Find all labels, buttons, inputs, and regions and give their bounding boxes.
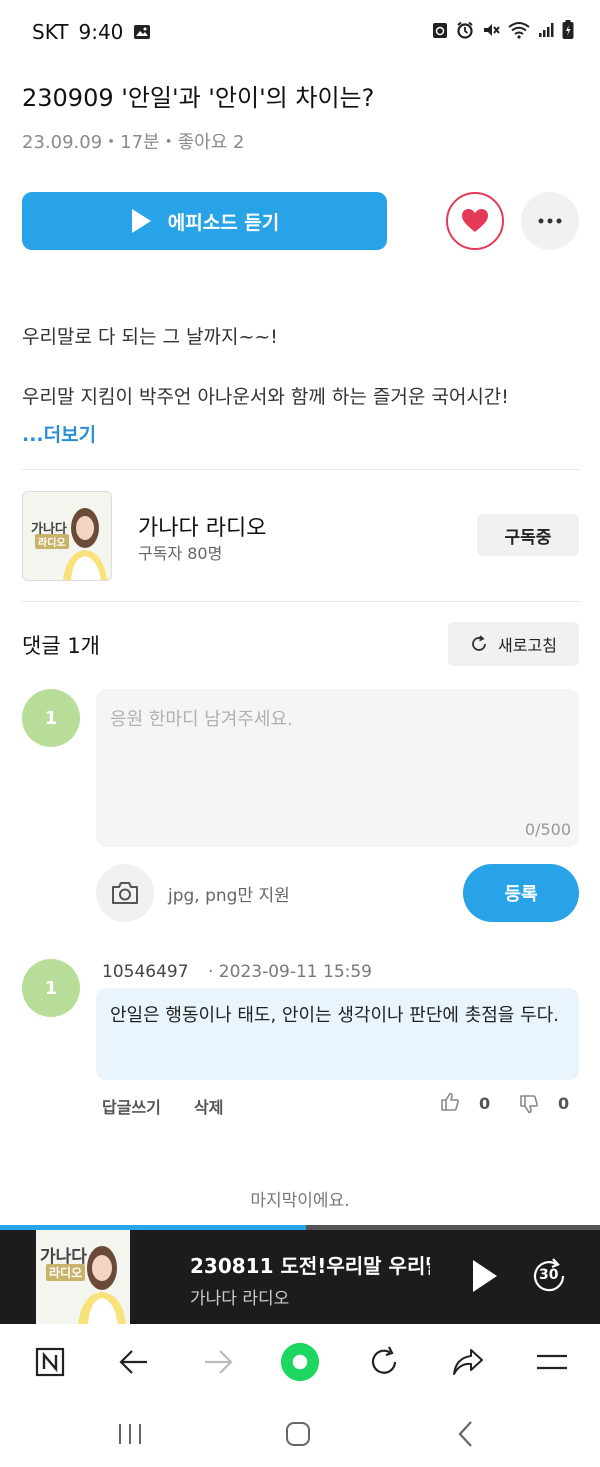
clock: 9:40 bbox=[78, 20, 124, 44]
like-count: 0 bbox=[479, 1094, 491, 1113]
char-count: 0/500 bbox=[524, 820, 571, 839]
chevron-left-icon bbox=[458, 1421, 472, 1447]
mini-player[interactable]: 가나다 라디오 230811 도전!우리말 우리말 가나다 라디오 30 bbox=[0, 1230, 600, 1324]
player-play-button[interactable] bbox=[470, 1258, 506, 1296]
like-button[interactable] bbox=[446, 192, 504, 250]
battery-icon bbox=[562, 20, 574, 39]
avatar: 1 bbox=[22, 959, 80, 1017]
green-dot-button[interactable] bbox=[280, 1342, 320, 1382]
skip-seconds: 30 bbox=[539, 1267, 559, 1283]
carrier: SKT bbox=[32, 20, 69, 44]
refresh-button[interactable]: 새로고침 bbox=[448, 622, 579, 666]
player-thumb-text-2: 라디오 bbox=[46, 1264, 86, 1281]
comments-header: 댓글 1개 bbox=[22, 634, 100, 658]
episode-meta: 23.09.09・17분・좋아요 2 bbox=[22, 132, 245, 153]
divider bbox=[22, 469, 580, 470]
naver-n-icon bbox=[35, 1347, 65, 1377]
thumbs-up-button[interactable] bbox=[440, 1092, 460, 1116]
comment-text: 안일은 행동이나 태도, 안이는 생각이나 판단에 촛점을 두다. bbox=[96, 988, 579, 1080]
attach-photo-button[interactable] bbox=[96, 864, 154, 922]
signal-icon bbox=[539, 23, 554, 37]
menu-button[interactable] bbox=[532, 1342, 572, 1382]
thumbs-up-icon bbox=[441, 1092, 459, 1111]
play-episode-label: 에피소드 듣기 bbox=[167, 211, 280, 234]
comment-date: · 2023-09-11 15:59 bbox=[208, 962, 372, 982]
show-more-link[interactable]: ...더보기 bbox=[22, 420, 96, 447]
comment-author: 10546497 bbox=[102, 962, 189, 982]
submit-comment-button[interactable]: 등록 bbox=[463, 864, 579, 922]
naver-home-button[interactable] bbox=[30, 1342, 70, 1382]
dislike-count: 0 bbox=[558, 1094, 570, 1113]
end-of-list: 마지막이에요. bbox=[250, 1191, 350, 1211]
subscriber-count: 구독자 80명 bbox=[138, 544, 223, 563]
thumb-text-2: 라디오 bbox=[35, 534, 69, 549]
mute-icon bbox=[484, 24, 500, 36]
share-icon bbox=[453, 1349, 483, 1375]
thumbs-down-button[interactable] bbox=[519, 1094, 539, 1118]
thumbs-down-icon bbox=[520, 1095, 538, 1114]
format-hint: jpg, png만 지원 bbox=[168, 886, 290, 906]
reload-icon bbox=[371, 1346, 397, 1374]
play-episode-button[interactable]: 에피소드 듣기 bbox=[22, 192, 387, 250]
alarm-icon bbox=[457, 21, 473, 39]
home-button[interactable] bbox=[278, 1416, 318, 1452]
recycle-icon bbox=[433, 23, 447, 38]
player-channel: 가나다 라디오 bbox=[190, 1289, 290, 1309]
channel-thumbnail[interactable]: 가나다 라디오 bbox=[22, 491, 112, 581]
green-dot-icon bbox=[280, 1342, 320, 1382]
recent-apps-button[interactable] bbox=[110, 1416, 150, 1452]
comment-input[interactable]: 응원 한마디 남겨주세요. 0/500 bbox=[96, 689, 579, 847]
image-icon bbox=[134, 25, 151, 39]
delete-button[interactable]: 삭제 bbox=[194, 1094, 223, 1118]
system-back-button[interactable] bbox=[446, 1416, 486, 1452]
arrow-right-icon bbox=[205, 1350, 233, 1374]
wifi-icon bbox=[508, 22, 530, 39]
reply-button[interactable]: 답글쓰기 bbox=[102, 1094, 161, 1118]
play-icon bbox=[131, 209, 151, 233]
heart-icon bbox=[462, 209, 488, 232]
description-line-1: 우리말로 다 되는 그 날까지~~! bbox=[22, 326, 278, 348]
status-bar: SKT 9:40 bbox=[0, 0, 600, 64]
system-nav-bar bbox=[0, 1400, 600, 1467]
hamburger-icon bbox=[537, 1354, 567, 1370]
back-button[interactable] bbox=[114, 1342, 154, 1382]
comment-placeholder: 응원 한마디 남겨주세요. bbox=[110, 709, 293, 730]
arrow-left-icon bbox=[119, 1350, 147, 1374]
share-button[interactable] bbox=[448, 1342, 488, 1382]
forward-button[interactable] bbox=[198, 1342, 238, 1382]
episode-title: 230909 '안일'과 '안이'의 차이는? bbox=[22, 84, 375, 112]
refresh-icon bbox=[472, 635, 486, 651]
description-line-2: 우리말 지킴이 박주언 아나운서와 함께 하는 즐거운 국어시간! bbox=[22, 386, 509, 408]
reload-button[interactable] bbox=[364, 1342, 404, 1382]
more-options-button[interactable] bbox=[521, 192, 579, 250]
avatar: 1 bbox=[22, 689, 80, 747]
refresh-label: 새로고침 bbox=[498, 636, 557, 655]
recent-apps-icon bbox=[119, 1424, 141, 1444]
subscribe-button[interactable]: 구독중 bbox=[477, 514, 579, 556]
browser-toolbar bbox=[0, 1324, 600, 1400]
player-thumbnail: 가나다 라디오 bbox=[36, 1230, 130, 1324]
player-title: 230811 도전!우리말 우리말 bbox=[190, 1254, 430, 1278]
home-icon bbox=[286, 1422, 310, 1446]
divider bbox=[22, 601, 580, 602]
channel-name[interactable]: 가나다 라디오 bbox=[138, 510, 266, 542]
ellipsis-icon bbox=[538, 218, 562, 224]
play-icon bbox=[473, 1260, 497, 1292]
skip-forward-button[interactable]: 30 bbox=[530, 1256, 570, 1296]
camera-icon bbox=[112, 882, 138, 904]
